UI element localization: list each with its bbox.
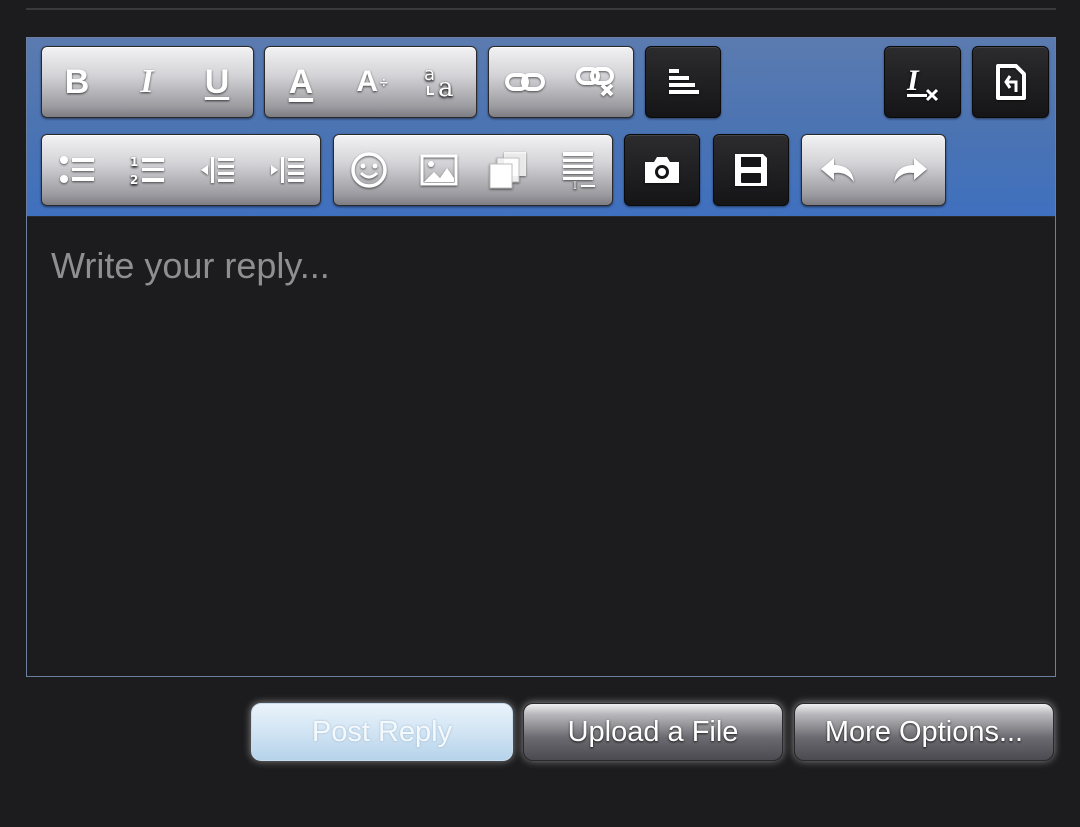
italic-button[interactable]: I [112,47,182,117]
camera-group [624,134,700,206]
list-group: 1 2 [41,134,321,206]
redo-button[interactable] [874,135,946,205]
bold-button[interactable]: B [42,47,112,117]
italic-icon: I [140,63,154,100]
smiley-icon [351,152,387,188]
save-draft-button[interactable] [714,135,788,205]
reply-placeholder: Write your reply... [51,245,330,286]
document-icon [995,64,1026,100]
bulleted-list-button[interactable] [42,135,112,205]
font-color-icon: A [288,63,314,101]
remove-format-button[interactable]: I [885,47,960,117]
reply-editor: B I U A A ÷ a a I 1 2 I Write your reply… [26,37,1056,677]
svg-text:a: a [438,73,454,102]
more-options-button[interactable]: More Options... [794,703,1054,761]
quote-icon: I [563,152,595,190]
svg-text:1: 1 [130,155,138,169]
font-size-arrows-icon: ÷ [379,74,388,90]
save-icon [735,154,767,186]
remove-format-group: I [884,46,961,118]
remove-format-icon: I [906,64,938,102]
indent-button[interactable] [252,135,322,205]
source-button[interactable] [973,47,1048,117]
link-icon [505,73,545,91]
unlink-icon [576,67,614,97]
image-icon [420,154,458,186]
quote-button[interactable]: I [544,135,614,205]
insert-link-button[interactable] [489,47,561,117]
align-button[interactable] [646,47,720,117]
font-size-button[interactable]: A ÷ [337,47,407,117]
insert-group: I [333,134,613,206]
editor-toolbar: B I U A A ÷ a a I 1 2 I [27,38,1055,217]
svg-text:a: a [424,64,435,85]
indent-icon [271,157,304,183]
undo-icon [821,158,854,182]
svg-text:2: 2 [130,173,138,186]
post-reply-button[interactable]: Post Reply [251,703,513,761]
image-button[interactable] [404,135,474,205]
history-group [801,134,946,206]
link-group [488,46,634,118]
font-family-icon: a a [424,64,454,102]
upload-file-button[interactable]: Upload a File [523,703,783,761]
gallery-icon [489,152,526,189]
svg-text:I: I [906,64,920,97]
smiley-button[interactable] [334,135,404,205]
font-size-icon: A [356,65,378,98]
bold-icon: B [64,63,90,101]
undo-button[interactable] [802,135,874,205]
top-divider [26,8,1056,10]
text-style-group: B I U [41,46,254,118]
camera-icon [645,157,679,183]
align-left-icon [669,69,699,94]
gallery-button[interactable] [474,135,544,205]
align-group [645,46,721,118]
underline-icon: U [204,63,230,101]
font-color-button[interactable]: A [265,47,337,117]
font-group: A A ÷ a a [264,46,477,118]
redo-icon [894,158,927,182]
outdent-button[interactable] [182,135,252,205]
camera-button[interactable] [625,135,699,205]
svg-text:I: I [573,181,577,190]
font-family-button[interactable]: a a [407,47,477,117]
save-group [713,134,789,206]
outdent-icon [201,157,234,183]
numbered-list-button[interactable]: 1 2 [112,135,182,205]
bulleted-list-icon [60,156,94,183]
remove-link-button[interactable] [561,47,633,117]
numbered-list-icon: 1 2 [130,155,164,186]
reply-text-area[interactable]: Write your reply... [27,217,1055,676]
source-group [972,46,1049,118]
underline-button[interactable]: U [182,47,252,117]
